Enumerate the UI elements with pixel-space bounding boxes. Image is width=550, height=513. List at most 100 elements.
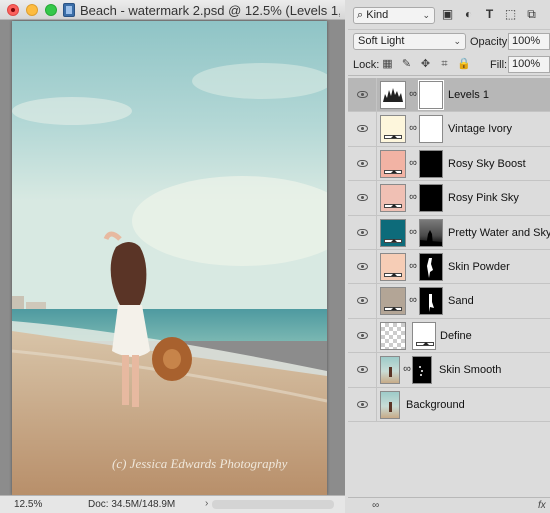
status-bar: 12.5% Doc: 34.5M/148.9M › xyxy=(0,495,345,513)
minimize-button[interactable] xyxy=(26,4,38,16)
layer-row-vintage-ivory[interactable]: ∞ Vintage Ivory xyxy=(348,112,550,147)
layers-list: ∞ Levels 1 ∞ Vintage Ivory ∞ Rosy Sky Bo… xyxy=(348,78,550,422)
layer-filter-row: ⌕ Kind ⌄ ▣ ◐ T ⬚ ⧉ xyxy=(348,0,550,30)
fill-adjustment-icon xyxy=(384,307,402,312)
link-icon[interactable]: ∞ xyxy=(409,260,417,273)
layer-name[interactable]: Pretty Water and Sky xyxy=(448,227,550,239)
fill-adjustment-icon xyxy=(384,204,402,209)
layer-mask-thumbnail[interactable] xyxy=(419,149,443,178)
eye-icon[interactable] xyxy=(357,400,368,408)
layer-row-skin-smooth[interactable]: ∞ Skin Smooth xyxy=(348,353,550,388)
color-fill-thumbnail xyxy=(380,115,406,144)
status-menu-arrow-icon[interactable]: › xyxy=(205,498,208,509)
layer-row-define[interactable]: Define xyxy=(348,318,550,354)
type-filter-icon[interactable]: T xyxy=(483,8,496,21)
visibility-divider xyxy=(376,318,377,353)
link-icon[interactable]: ∞ xyxy=(409,191,417,204)
visibility-divider xyxy=(376,215,377,249)
canvas-area[interactable]: (c) Jessica Edwards Photography xyxy=(0,20,345,495)
layers-panel: ⌕ Kind ⌄ ▣ ◐ T ⬚ ⧉ Soft Light ⌄ Opacity:… xyxy=(348,0,550,513)
layer-name[interactable]: Rosy Sky Boost xyxy=(448,158,526,170)
layer-row-rosy-sky-boost[interactable]: ∞ Rosy Sky Boost xyxy=(348,146,550,182)
link-icon[interactable]: ∞ xyxy=(403,363,411,376)
chevron-down-icon: ⌄ xyxy=(422,10,430,20)
title-bar[interactable]: Beach - watermark 2.psd @ 12.5% (Levels … xyxy=(0,0,345,20)
eye-icon[interactable] xyxy=(357,125,368,133)
layer-name[interactable]: Rosy Pink Sky xyxy=(448,192,519,204)
layer-name[interactable]: Background xyxy=(406,399,465,411)
eye-icon[interactable] xyxy=(357,297,368,305)
visibility-divider xyxy=(376,249,377,284)
layer-row-background[interactable]: Background xyxy=(348,387,550,422)
layer-name[interactable]: Skin Powder xyxy=(448,261,510,273)
fill-label: Fill: xyxy=(490,59,508,71)
shape-filter-icon[interactable]: ⬚ xyxy=(504,8,517,21)
levels-histogram-icon xyxy=(380,81,406,109)
lock-transparency-icon[interactable]: ▦ xyxy=(381,58,394,71)
layer-mask-thumbnail[interactable] xyxy=(419,252,443,281)
color-fill-thumbnail xyxy=(380,149,406,178)
eye-icon[interactable] xyxy=(357,366,368,374)
layer-mask-thumbnail[interactable] xyxy=(419,218,443,247)
eye-icon[interactable] xyxy=(357,331,368,339)
link-icon[interactable]: ∞ xyxy=(409,122,417,135)
visibility-divider xyxy=(376,353,377,387)
layer-mask-thumbnail[interactable] xyxy=(419,184,443,213)
link-icon[interactable]: ∞ xyxy=(409,226,417,239)
opacity-label: Opacity: xyxy=(470,36,511,48)
lock-position-move-icon[interactable]: ✥ xyxy=(419,58,432,71)
lock-row: Lock: ▦ ✎ ✥ ⌗ 🔒 Fill: 100% xyxy=(348,54,550,76)
layer-mask-thumbnail[interactable] xyxy=(412,356,432,385)
lock-all-icon[interactable]: 🔒 xyxy=(457,58,471,71)
beach-photo[interactable]: (c) Jessica Edwards Photography xyxy=(12,21,327,495)
layer-row-sand[interactable]: ∞ Sand xyxy=(348,284,550,319)
lock-artboard-icon[interactable]: ⌗ xyxy=(438,58,451,71)
link-icon[interactable]: ∞ xyxy=(409,157,417,170)
layer-name[interactable]: Sand xyxy=(448,295,474,307)
opacity-field[interactable]: 100% xyxy=(508,33,550,50)
adjustment-filter-icon[interactable]: ◐ xyxy=(462,8,475,21)
zoom-level[interactable]: 12.5% xyxy=(14,499,42,510)
close-button[interactable] xyxy=(7,4,19,16)
fill-field[interactable]: 100% xyxy=(508,56,550,73)
layers-panel-footer: ∞ fx xyxy=(348,497,550,513)
photo-thumbnail xyxy=(380,390,400,419)
eye-icon[interactable] xyxy=(357,262,368,270)
lock-label: Lock: xyxy=(353,59,380,71)
curves-adjustment-icon xyxy=(416,341,434,346)
document-size: Doc: 34.5M/148.9M xyxy=(88,499,176,510)
smart-object-filter-icon[interactable]: ⧉ xyxy=(525,8,538,21)
filter-kind-select[interactable]: ⌕ Kind ⌄ xyxy=(353,7,435,24)
blend-mode-select[interactable]: Soft Light ⌄ xyxy=(353,33,466,50)
fill-adjustment-icon xyxy=(384,272,402,277)
chevron-down-icon: ⌄ xyxy=(453,36,461,46)
layer-name[interactable]: Skin Smooth xyxy=(439,364,501,376)
layer-row-levels-1[interactable]: ∞ Levels 1 xyxy=(348,78,550,113)
zoom-button[interactable] xyxy=(45,4,57,16)
visibility-divider xyxy=(376,78,377,112)
layer-mask-thumbnail[interactable] xyxy=(419,287,443,316)
watermark-text: (c) Jessica Edwards Photography xyxy=(112,456,288,471)
eye-icon[interactable] xyxy=(357,228,368,236)
image-filter-icon[interactable]: ▣ xyxy=(441,8,454,21)
eye-icon[interactable] xyxy=(357,194,368,202)
layer-name[interactable]: Define xyxy=(440,330,472,342)
layer-row-rosy-pink-sky[interactable]: ∞ Rosy Pink Sky xyxy=(348,181,550,216)
layer-name[interactable]: Vintage Ivory xyxy=(448,123,512,135)
document-window: Beach - watermark 2.psd @ 12.5% (Levels … xyxy=(0,0,345,513)
layer-name[interactable]: Levels 1 xyxy=(448,89,489,101)
fx-button[interactable]: fx xyxy=(538,500,546,511)
layer-row-pretty-water-and-sky[interactable]: ∞ Pretty Water and Sky xyxy=(348,215,550,250)
layer-mask-thumbnail[interactable] xyxy=(419,115,443,144)
link-icon[interactable]: ∞ xyxy=(409,88,417,101)
layer-mask-thumbnail[interactable] xyxy=(412,321,436,350)
eye-icon[interactable] xyxy=(357,91,368,98)
layer-row-skin-powder[interactable]: ∞ Skin Powder xyxy=(348,249,550,285)
eye-icon[interactable] xyxy=(357,159,368,167)
link-layers-icon[interactable]: ∞ xyxy=(372,500,379,511)
horizontal-scrollbar[interactable] xyxy=(212,500,334,509)
lock-pixels-brush-icon[interactable]: ✎ xyxy=(400,58,413,71)
layer-mask-thumbnail[interactable] xyxy=(418,80,444,110)
link-icon[interactable]: ∞ xyxy=(409,294,417,307)
color-fill-thumbnail xyxy=(380,252,406,281)
